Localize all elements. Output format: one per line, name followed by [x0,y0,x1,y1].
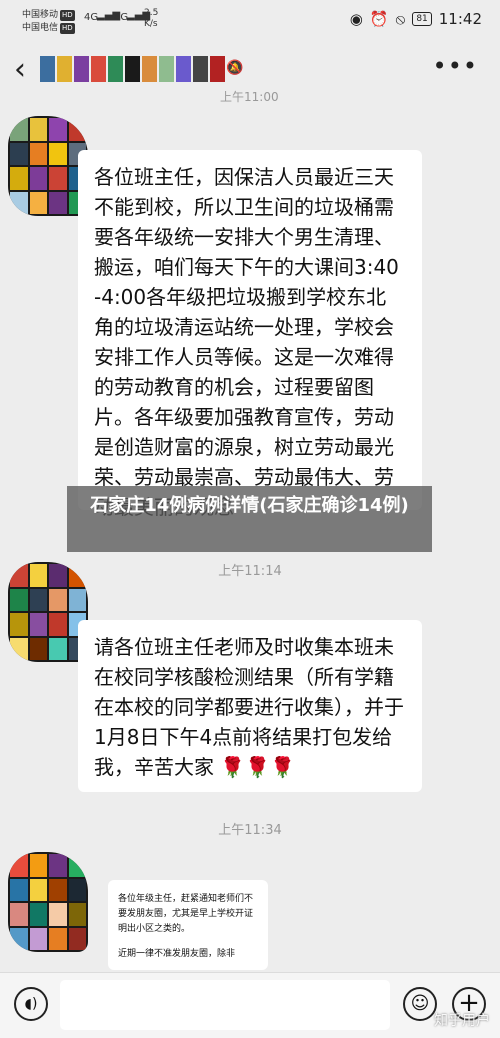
battery-indicator: 81 [412,12,432,26]
watermark: 知乎用户 [434,1013,490,1029]
hd-badge-1: HD [60,10,75,21]
avatar[interactable] [8,562,88,662]
message-timestamp: 上午11:34 [218,823,282,838]
chat-title-obscured [40,56,225,82]
voice-icon[interactable]: ◖) [14,987,48,1021]
emoji-icon[interactable]: ☺ [403,987,437,1021]
signal-4g-2: 4G [114,12,129,23]
more-dots-icon[interactable]: ••• [433,52,478,80]
message-image[interactable]: 各位年级主任，赶紧通知老师们不要发朋友圈，尤其是早上学校开证明出小区之类的。 近… [108,880,268,970]
carrier-2: 中国电信 [22,23,59,33]
eye-icon: ◉ [349,10,363,28]
mute-icon: ⦸ [395,10,406,28]
chevron-left-icon[interactable]: ‹ [14,52,26,87]
partial-timestamp: 上午11:00 [220,90,279,104]
image-text-line: 近期一律不准发朋友圈，除非 [118,949,236,959]
message-bubble[interactable]: 请各位班主任老师及时收集本班未在校同学核酸检测结果（所有学籍在本校的同学都要进行… [78,620,422,792]
message-input[interactable] [60,980,390,1030]
network-speed: 2.5 K/s [144,8,159,29]
carrier-1: 中国移动 [22,10,59,20]
avatar[interactable] [8,852,88,952]
message-bubble[interactable]: 各位班主任，因保洁人员最近三天不能到校，所以卫生间的垃圾桶需要各年级统一安排大个… [78,150,422,519]
input-bar: ◖) ☺ + [0,972,500,1038]
image-text-line: 各位年级主任，赶紧通知老师们不要发朋友圈，尤其是早上学校开证明出小区之类的。 [118,894,254,934]
status-bar: 中国移动 HD 中国电信 HD 4G ▂▄▆ 4G ▂▄▆ 2.5 K/s ◉ ⏰ ⦸… [0,0,500,42]
signal-4g-1: 4G [84,12,99,23]
mute-bell-icon: 🔕 [226,60,244,76]
hd-badge-2: HD [60,23,75,34]
rose-emoji: 🌹🌹🌹 [220,755,296,779]
alarm-icon: ⏰ [369,10,389,28]
avatar[interactable] [8,116,88,216]
overlay-caption: 石家庄14例病例详情(石家庄确诊14例) [67,486,432,552]
clock: 11:42 [438,10,482,28]
